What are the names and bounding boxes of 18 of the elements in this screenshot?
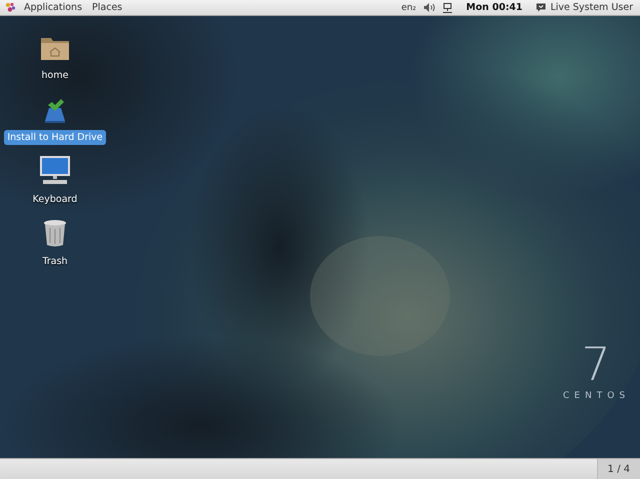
volume-icon[interactable] xyxy=(424,3,436,12)
clock[interactable]: Mon 00:41 xyxy=(466,2,522,13)
icon-label[interactable]: home xyxy=(38,68,72,83)
computer-icon[interactable] xyxy=(39,155,71,185)
icon-label[interactable]: Trash xyxy=(39,254,71,269)
user-menu[interactable]: Live System User xyxy=(536,2,633,13)
logo-number: 7 xyxy=(581,341,611,387)
gnome-foot-icon xyxy=(5,2,16,13)
icon-label[interactable]: Keyboard xyxy=(30,192,80,207)
folder-icon[interactable] xyxy=(40,35,70,61)
chat-bubble-icon xyxy=(536,3,546,12)
logo-wordmark: CENTOS xyxy=(562,391,630,401)
wired-network-icon[interactable] xyxy=(443,2,452,12)
workspace-indicator[interactable]: 1 / 4 xyxy=(596,459,640,479)
keyboard-layout-indicator[interactable]: en₂ xyxy=(401,2,416,12)
top-menu[interactable]: Places xyxy=(90,2,124,13)
trash-icon[interactable] xyxy=(43,219,67,247)
top-menu[interactable]: Applications xyxy=(22,2,84,13)
